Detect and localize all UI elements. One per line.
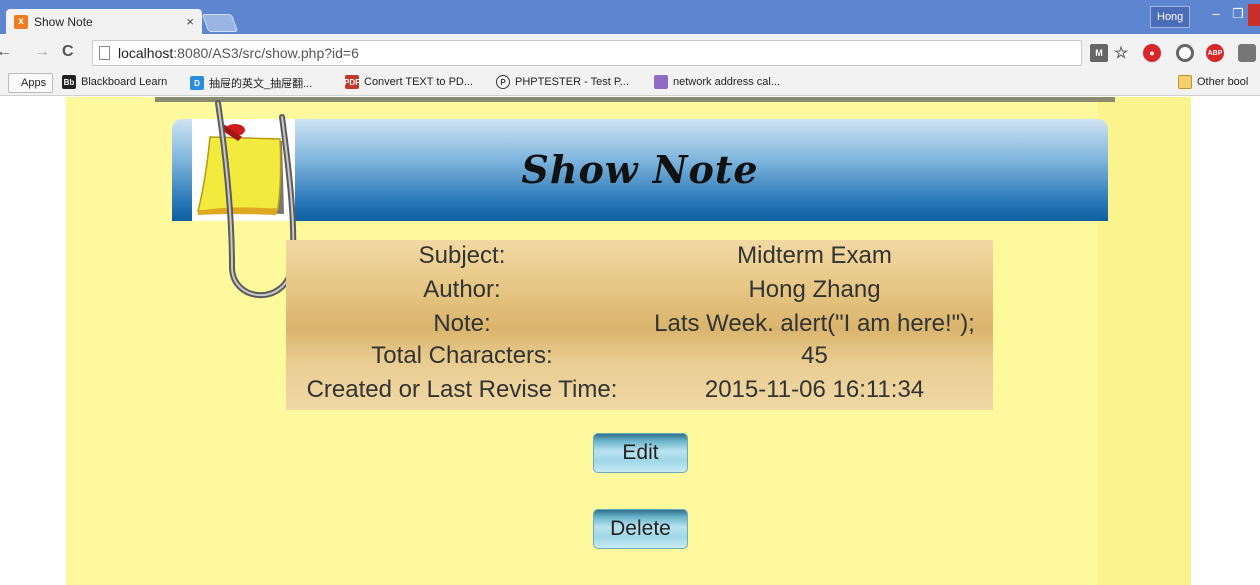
subject-row: Subject: Midterm Exam [286,242,993,276]
address-bar[interactable]: localhost:8080/AS3/src/show.php?id=6 [92,40,1082,66]
bookmark-label: 抽屉的英文_抽屉翻... [209,78,313,90]
star-icon[interactable]: ☆ [1112,44,1130,62]
revise-time-label: Created or Last Revise Time: [306,376,618,403]
close-window-icon[interactable] [1248,4,1260,26]
bookmark-dict[interactable]: D 抽屉的英文_抽屉翻... [190,75,312,91]
stop-extension-icon[interactable]: ● [1143,44,1161,62]
url-path: :8080/AS3/src/show.php?id=6 [173,45,359,61]
network-icon [654,75,668,89]
bookmark-pdf[interactable]: PDF Convert TEXT to PD... [344,75,474,89]
adblock-icon[interactable]: ABP [1206,44,1224,62]
bookmark-label: network address cal... [673,76,780,88]
char-count-label: Total Characters: [371,342,553,369]
paper-clip-icon [215,100,297,299]
back-arrow-icon[interactable]: ← [0,43,12,61]
bookmarks-bar: Apps Bb Blackboard Learn D 抽屉的英文_抽屉翻... … [0,71,1260,96]
bookmark-label: Convert TEXT to PD... [364,76,474,88]
revise-time-row: Created or Last Revise Time: 2015-11-06 … [286,376,993,410]
char-count-value: 45 [801,342,828,369]
bookmark-network[interactable]: network address cal... [654,75,780,89]
note-value: Lats Week. alert("I am here!"); [654,310,975,337]
extension-icon[interactable]: M [1090,44,1108,62]
bookmark-label: PHPTESTER - Test P... [515,76,629,88]
bookmark-phptester[interactable]: P PHPTESTER - Test P... [496,75,629,89]
author-label: Author: [423,276,501,303]
tab-title: Show Note [34,14,93,29]
apps-label: Apps [21,77,47,89]
xampp-favicon-icon: x [14,14,28,29]
phptester-icon: P [496,75,510,89]
edit-button[interactable]: Edit [593,433,688,473]
tab-bar: x Show Note × Hong – ❐ [0,0,1260,34]
note-row: Note: Lats Week. alert("I am here!"); [286,310,993,344]
bookmark-label: Blackboard Learn [81,76,168,88]
note-details-panel: Subject: Midterm Exam Author: Hong Zhang… [286,240,993,410]
author-row: Author: Hong Zhang [286,276,993,310]
note-label: Note: [433,310,491,337]
minimize-icon[interactable]: – [1206,6,1226,21]
page-content: Show Note Subject: Midterm Exam Author: … [0,97,1260,585]
browser-tab[interactable]: x Show Note × [6,9,202,34]
delete-button[interactable]: Delete [593,509,688,549]
tab-close-icon[interactable]: × [186,14,194,29]
shield-icon[interactable] [1238,44,1256,62]
bookmark-other[interactable]: Other bool [1178,75,1248,89]
profile-button[interactable]: Hong [1150,6,1191,28]
author-value: Hong Zhang [748,276,881,303]
subject-label: Subject: [418,242,506,269]
revise-time-value: 2015-11-06 16:11:34 [704,376,925,403]
restore-icon[interactable]: ❐ [1228,6,1248,22]
sticky-note-fold [1098,97,1191,585]
forward-arrow-icon[interactable]: → [34,43,50,61]
url-host: localhost [118,45,174,61]
folder-icon [1178,75,1192,89]
blackboard-icon: Bb [62,75,76,89]
block-extension-icon[interactable] [1176,44,1194,62]
page-icon [99,46,110,60]
reload-icon[interactable]: C [62,43,74,61]
bookmark-blackboard[interactable]: Bb Blackboard Learn [62,75,167,89]
bookmark-apps[interactable]: Apps [8,73,54,93]
new-tab-button[interactable] [201,14,239,32]
bookmark-label: Other bool [1197,76,1249,88]
subject-value: Midterm Exam [737,242,892,269]
dict-icon: D [190,76,204,90]
char-count-row: Total Characters: 45 [286,342,993,376]
pdf-icon: PDF [344,75,360,89]
